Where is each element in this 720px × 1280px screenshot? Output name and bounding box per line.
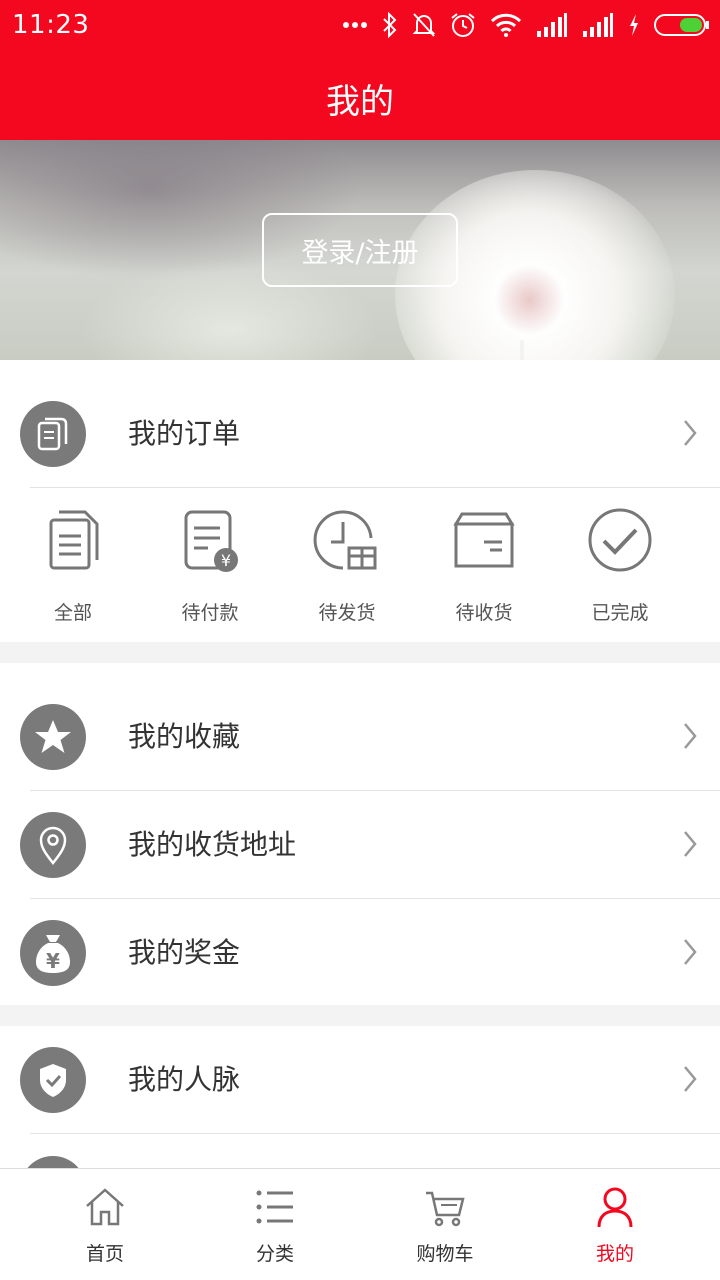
chevron-right-icon <box>684 1066 697 1092</box>
nav-home[interactable]: 首页 <box>15 1169 195 1280</box>
order-status-label: 已完成 <box>591 602 649 624</box>
documents-icon <box>49 510 99 570</box>
list-icon <box>256 1190 293 1224</box>
menu-card-2: 我的人脉 <box>0 1026 720 1222</box>
nav-category[interactable]: 分类 <box>185 1169 365 1280</box>
nav-label: 分类 <box>255 1243 294 1265</box>
menu-row-bonus[interactable]: ¥ 我的奖金 <box>0 899 720 1007</box>
chevron-right-icon <box>684 939 697 965</box>
order-status-pending-payment[interactable]: ¥ 待付款 <box>142 488 278 642</box>
nav-cart[interactable]: 购物车 <box>355 1169 535 1280</box>
more-dots-icon <box>343 22 367 28</box>
svg-text:¥: ¥ <box>46 949 60 973</box>
menu-label: 我的收藏 <box>128 720 241 753</box>
my-orders-label: 我的订单 <box>128 417 241 450</box>
order-status-label: 待发货 <box>318 602 376 624</box>
order-status-label: 待收货 <box>455 602 513 624</box>
order-status-pending-shipment[interactable]: 待发货 <box>279 488 415 642</box>
title-bar: 我的 <box>0 50 720 140</box>
battery-icon <box>654 14 709 36</box>
bell-off-icon <box>412 13 436 37</box>
status-bar: 11:23 <box>0 0 720 50</box>
chevron-right-icon <box>684 723 697 749</box>
check-circle-icon <box>588 508 652 572</box>
order-status-completed[interactable]: 已完成 <box>552 488 688 642</box>
order-status-all[interactable]: 全部 <box>5 488 141 642</box>
money-bag-icon: ¥ <box>20 920 86 986</box>
menu-card-1: 我的收藏 我的收货地址 ¥ 我的奖金 <box>0 663 720 1005</box>
login-register-button[interactable]: 登录/注册 <box>262 213 458 287</box>
divider <box>30 1133 720 1134</box>
chevron-right-icon <box>684 831 697 857</box>
order-status-label: 待付款 <box>181 602 239 624</box>
menu-label: 我的人脉 <box>128 1063 241 1096</box>
my-orders-row[interactable]: 我的订单 <box>0 380 720 488</box>
signal-icon <box>537 13 567 37</box>
bottom-navigation: 首页 分类 购物车 我的 <box>0 1168 720 1280</box>
home-icon <box>86 1188 124 1226</box>
menu-row-network[interactable]: 我的人脉 <box>0 1026 720 1134</box>
profile-banner: 登录/注册 <box>0 140 720 360</box>
bill-yen-icon: ¥ <box>184 510 238 572</box>
nav-label: 我的 <box>595 1243 634 1265</box>
charging-icon <box>630 14 638 36</box>
chevron-right-icon <box>684 420 697 446</box>
bluetooth-icon <box>383 12 397 38</box>
nav-label: 首页 <box>85 1243 124 1265</box>
location-pin-icon <box>20 812 86 878</box>
order-status-pending-receipt[interactable]: 待收货 <box>416 488 552 642</box>
user-icon <box>597 1187 633 1228</box>
svg-text:¥: ¥ <box>221 551 231 570</box>
order-status-row: 全部 ¥ 待付款 待发货 待收货 已完成 <box>0 488 720 642</box>
menu-row-favorites[interactable]: 我的收藏 <box>0 683 720 791</box>
page-title: 我的 <box>326 82 394 122</box>
signal-icon-2 <box>583 13 613 37</box>
nav-mine[interactable]: 我的 <box>525 1169 705 1280</box>
wifi-icon <box>490 13 522 37</box>
box-icon <box>453 512 515 568</box>
star-icon <box>20 704 86 770</box>
alarm-icon <box>451 13 475 37</box>
menu-label: 我的奖金 <box>128 936 241 969</box>
clock-gift-icon <box>313 510 377 570</box>
orders-icon <box>20 401 86 467</box>
menu-row-address[interactable]: 我的收货地址 <box>0 791 720 899</box>
shield-check-icon <box>20 1047 86 1113</box>
menu-label: 我的收货地址 <box>128 828 297 861</box>
nav-label: 购物车 <box>416 1243 474 1265</box>
cart-icon <box>426 1191 465 1227</box>
dandelion-stem <box>520 340 524 360</box>
status-icons <box>342 10 710 40</box>
status-time: 11:23 <box>12 10 90 40</box>
order-status-label: 全部 <box>53 602 92 624</box>
